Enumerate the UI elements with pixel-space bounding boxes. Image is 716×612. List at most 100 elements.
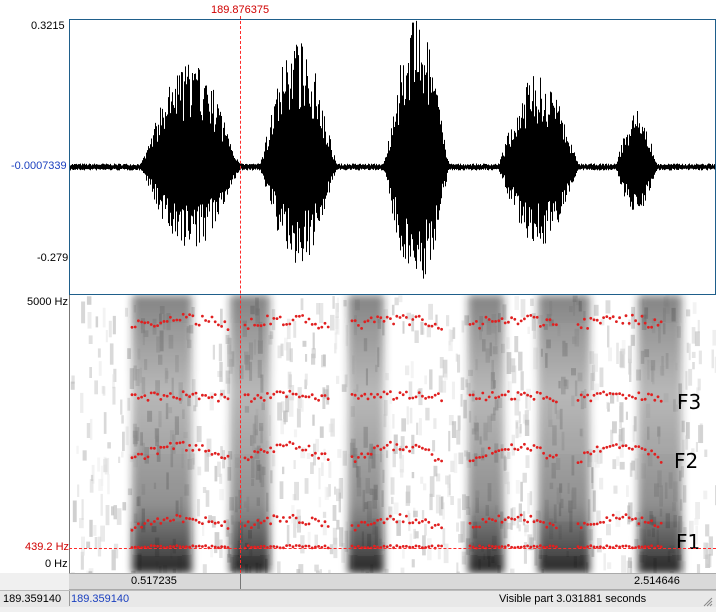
formant-point <box>263 323 266 326</box>
formant-point <box>217 324 220 327</box>
formant-point <box>131 529 134 532</box>
waveform-plot <box>70 20 715 294</box>
formant-point <box>418 315 421 318</box>
formant-point <box>207 449 210 452</box>
formant-point <box>272 514 275 517</box>
status-start-link[interactable]: 189.359140 <box>71 593 129 605</box>
formant-point <box>501 521 504 524</box>
formant-point <box>488 396 491 399</box>
formant-point <box>367 319 370 322</box>
waveform-panel[interactable] <box>69 19 716 295</box>
formant-point <box>472 394 475 397</box>
spectrogram-panel[interactable] <box>69 295 716 573</box>
formant-point <box>383 391 386 394</box>
formant-point <box>395 544 398 547</box>
formant-point <box>140 321 143 324</box>
formant-point <box>501 394 504 397</box>
formant-point <box>163 446 166 449</box>
formant-point <box>185 517 188 520</box>
formant-point <box>580 326 583 329</box>
formant-point <box>549 318 552 321</box>
formant-point <box>308 318 311 321</box>
formant-point <box>220 325 223 328</box>
formant-point <box>163 320 166 323</box>
formant-point <box>405 391 408 394</box>
formant-point <box>163 394 166 397</box>
waveform-y-zero-label: -0.0007339 <box>11 160 67 172</box>
formant-point <box>156 452 159 455</box>
frequency-cursor-line[interactable] <box>69 548 716 549</box>
formant-point <box>609 392 612 395</box>
formant-point <box>247 520 250 523</box>
formant-point <box>298 544 301 547</box>
formant-point <box>605 544 608 547</box>
formant-point <box>517 323 520 326</box>
formant-point <box>586 394 589 397</box>
formant-point <box>628 394 631 397</box>
formant-point <box>602 391 605 394</box>
formant-point <box>494 320 497 323</box>
formant-point <box>660 522 663 525</box>
formant-point <box>555 527 558 530</box>
formant-point <box>657 526 660 529</box>
formant-point <box>644 448 647 451</box>
formant-point <box>373 396 376 399</box>
formant-point <box>481 323 484 326</box>
formant-point <box>159 446 162 449</box>
formant-point <box>220 524 223 527</box>
formant-point <box>431 325 434 328</box>
formant-point <box>389 515 392 518</box>
formant-point <box>612 514 615 517</box>
formant-point <box>379 396 382 399</box>
formant-point <box>513 398 516 401</box>
formant-point <box>185 449 188 452</box>
formant-point <box>182 390 185 393</box>
formant-point <box>478 456 481 459</box>
formant-point <box>279 443 282 446</box>
formant-point <box>175 442 178 445</box>
formant-point <box>179 319 182 322</box>
time-selection-bar[interactable]: 0.517235 2.514646 <box>69 573 716 590</box>
formant-point <box>628 322 631 325</box>
formant-point <box>555 454 558 457</box>
formant-point <box>191 544 194 547</box>
formant-point <box>367 524 370 527</box>
formant-point <box>625 513 628 516</box>
formant-point <box>593 318 596 321</box>
formant-point <box>657 324 660 327</box>
formant-point <box>408 397 411 400</box>
formant-point <box>317 327 320 330</box>
formant-point <box>285 395 288 398</box>
formant-point <box>549 397 552 400</box>
formant-point <box>386 316 389 319</box>
formant-point <box>288 544 291 547</box>
formant-point <box>437 544 440 547</box>
formant-point <box>247 458 250 461</box>
formant-point <box>220 393 223 396</box>
formant-point <box>402 520 405 523</box>
formant-point <box>612 315 615 318</box>
formant-point <box>431 545 434 548</box>
formant-point <box>469 323 472 326</box>
vowel-energy-band <box>132 295 192 573</box>
waveform-y-max-label: 0.3215 <box>31 20 65 32</box>
formant-point <box>304 449 307 452</box>
formant-point <box>589 317 592 320</box>
formant-point <box>583 451 586 454</box>
status-start-time: 189.359140 <box>3 593 61 605</box>
formant-point <box>526 394 529 397</box>
formant-point <box>389 441 392 444</box>
time-cursor-line[interactable] <box>240 16 241 573</box>
resize-grip-icon[interactable] <box>703 594 713 604</box>
vowel-energy-band <box>230 295 270 573</box>
formant-point <box>660 320 663 323</box>
formant-point <box>357 524 360 527</box>
formant-point <box>469 460 472 463</box>
formant-point <box>583 522 586 525</box>
formant-point <box>201 522 204 525</box>
formant-point <box>536 316 539 319</box>
formant-point <box>204 450 207 453</box>
formant-point <box>526 447 529 450</box>
formant-point <box>314 397 317 400</box>
formant-point <box>223 457 226 460</box>
